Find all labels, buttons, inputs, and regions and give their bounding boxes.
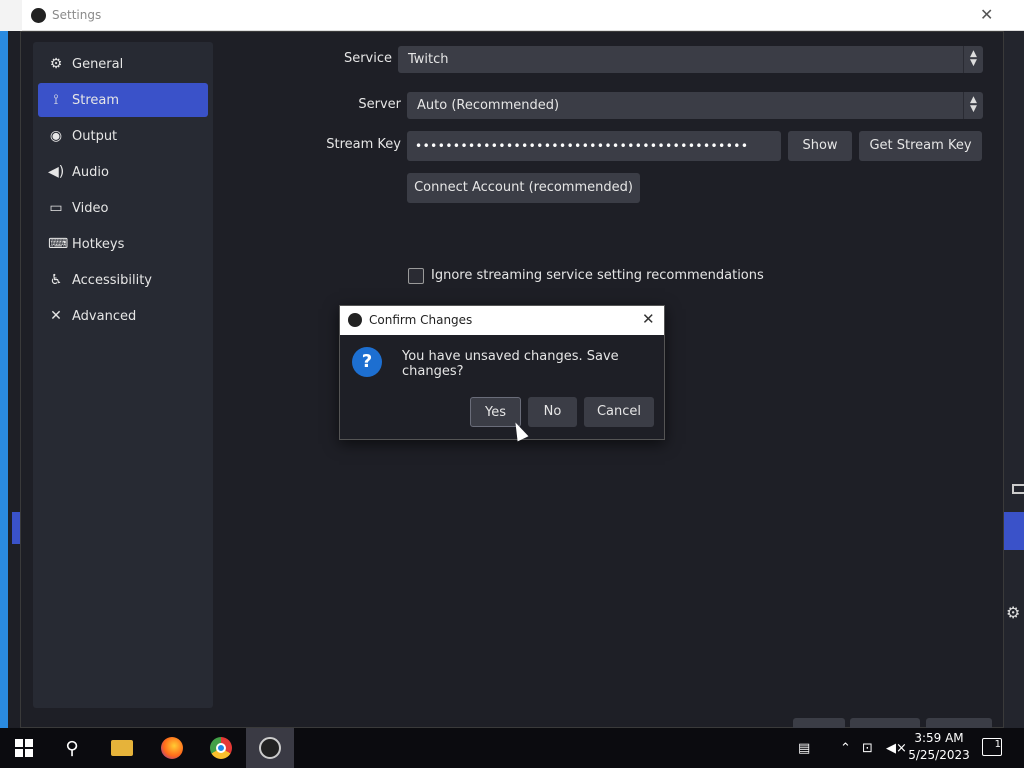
notification-center-icon[interactable]: 1 bbox=[982, 738, 1002, 756]
obs-main-selected-item bbox=[1004, 512, 1024, 550]
sidebar-item-stream[interactable]: ⟟ Stream bbox=[38, 83, 208, 117]
show-button[interactable]: Show bbox=[788, 131, 852, 161]
window-title: Settings bbox=[52, 8, 102, 22]
desktop-edge bbox=[0, 0, 8, 728]
clock-time: 3:59 AM bbox=[914, 731, 964, 745]
cancel-button[interactable]: Cancel bbox=[584, 397, 654, 427]
titlebar-edge bbox=[0, 0, 22, 31]
obs-main-window-icon bbox=[1012, 484, 1024, 494]
volume-muted-icon[interactable]: ◀× bbox=[886, 728, 907, 768]
obs-main-gear-icon[interactable]: ⚙ bbox=[1006, 603, 1020, 622]
windows-logo-icon bbox=[15, 739, 33, 757]
taskbar-clock[interactable]: 3:59 AM 5/25/2023 bbox=[908, 730, 970, 764]
service-value: Twitch bbox=[408, 52, 449, 67]
get-stream-key-button[interactable]: Get Stream Key bbox=[859, 131, 982, 161]
server-select[interactable]: Auto (Recommended) ▲ ▼ bbox=[407, 92, 983, 119]
connect-account-button[interactable]: Connect Account (recommended) bbox=[407, 173, 640, 203]
clock-date: 5/25/2023 bbox=[908, 748, 970, 762]
cancel-settings-button[interactable] bbox=[850, 718, 920, 728]
obs-main-right-panel bbox=[1004, 30, 1024, 728]
taskbar: ⚲ ▤ ⌃ ⊡ ◀× 3:59 AM 5/25/2023 1 bbox=[0, 728, 1024, 768]
updown-arrows-icon: ▲ ▼ bbox=[963, 46, 983, 73]
close-icon[interactable]: ✕ bbox=[642, 310, 655, 328]
confirm-changes-dialog: Confirm Changes ✕ ? You have unsaved cha… bbox=[339, 305, 665, 440]
settings-titlebar: Settings ✕ bbox=[0, 0, 1024, 31]
obs-logo-icon bbox=[31, 8, 46, 23]
sidebar-item-label: Output bbox=[72, 128, 118, 144]
sidebar-item-label: Accessibility bbox=[72, 272, 152, 288]
keyboard-icon: ⌨ bbox=[48, 236, 69, 252]
sidebar-item-video[interactable]: ▭ Video bbox=[38, 191, 208, 225]
sidebar-item-label: Advanced bbox=[72, 308, 137, 324]
network-icon[interactable]: ⊡ bbox=[862, 728, 873, 768]
ignore-recommendations-label[interactable]: Ignore streaming service setting recomme… bbox=[431, 268, 764, 283]
dialog-message: You have unsaved changes. Save changes? bbox=[402, 349, 619, 379]
wrench-icon: ✕ bbox=[50, 308, 62, 324]
sidebar-item-advanced[interactable]: ✕ Advanced bbox=[38, 299, 208, 333]
sidebar-item-label: Hotkeys bbox=[72, 236, 125, 252]
sidebar-item-label: Video bbox=[72, 200, 109, 216]
sidebar-item-accessibility[interactable]: ♿ Accessibility bbox=[38, 263, 208, 297]
stream-key-field[interactable]: ••••••••••••••••••••••••••••••••••••••••… bbox=[407, 131, 781, 161]
sidebar-item-hotkeys[interactable]: ⌨ Hotkeys bbox=[38, 227, 208, 261]
speaker-icon: ◀) bbox=[48, 164, 65, 180]
start-button[interactable] bbox=[0, 728, 48, 768]
file-explorer-icon[interactable] bbox=[98, 728, 146, 768]
server-value: Auto (Recommended) bbox=[417, 98, 560, 113]
chevron-up-icon[interactable]: ⌃ bbox=[840, 728, 851, 768]
server-label: Server bbox=[358, 97, 401, 112]
sidebar-item-output[interactable]: ◉ Output bbox=[38, 119, 208, 153]
dialog-title: Confirm Changes bbox=[369, 313, 473, 327]
output-icon: ◉ bbox=[49, 128, 63, 144]
dialog-titlebar: Confirm Changes ✕ bbox=[340, 306, 664, 335]
firefox-icon[interactable] bbox=[148, 728, 196, 768]
sidebar-item-general[interactable]: ⚙ General bbox=[38, 47, 208, 81]
stream-key-label: Stream Key bbox=[326, 137, 401, 152]
apply-button[interactable] bbox=[926, 718, 992, 728]
settings-sidebar: ⚙ General ⟟ Stream ◉ Output ◀) Audio ▭ V… bbox=[33, 42, 213, 708]
obs-taskbar-icon[interactable] bbox=[246, 728, 294, 768]
sidebar-item-label: General bbox=[72, 56, 124, 72]
obs-logo-icon bbox=[348, 313, 362, 327]
monitor-icon: ▭ bbox=[49, 200, 63, 216]
gear-icon: ⚙ bbox=[49, 56, 63, 72]
ignore-recommendations-checkbox[interactable] bbox=[408, 268, 424, 284]
sidebar-item-label: Audio bbox=[72, 164, 109, 180]
question-icon: ? bbox=[352, 347, 382, 377]
antenna-icon: ⟟ bbox=[53, 92, 59, 108]
no-button[interactable]: No bbox=[528, 397, 577, 427]
close-icon[interactable]: ✕ bbox=[980, 5, 993, 24]
sidebar-item-audio[interactable]: ◀) Audio bbox=[38, 155, 208, 189]
accessibility-icon: ♿ bbox=[49, 272, 63, 288]
news-icon[interactable]: ▤ bbox=[798, 728, 810, 768]
notification-count: 1 bbox=[994, 739, 1001, 750]
sidebar-item-label: Stream bbox=[72, 92, 120, 108]
service-label: Service bbox=[343, 51, 392, 66]
service-select[interactable]: Twitch ▲ ▼ bbox=[398, 46, 983, 73]
search-icon[interactable]: ⚲ bbox=[48, 728, 96, 768]
updown-arrows-icon: ▲ ▼ bbox=[963, 92, 983, 119]
chrome-icon[interactable] bbox=[197, 728, 245, 768]
ok-button[interactable] bbox=[793, 718, 845, 728]
